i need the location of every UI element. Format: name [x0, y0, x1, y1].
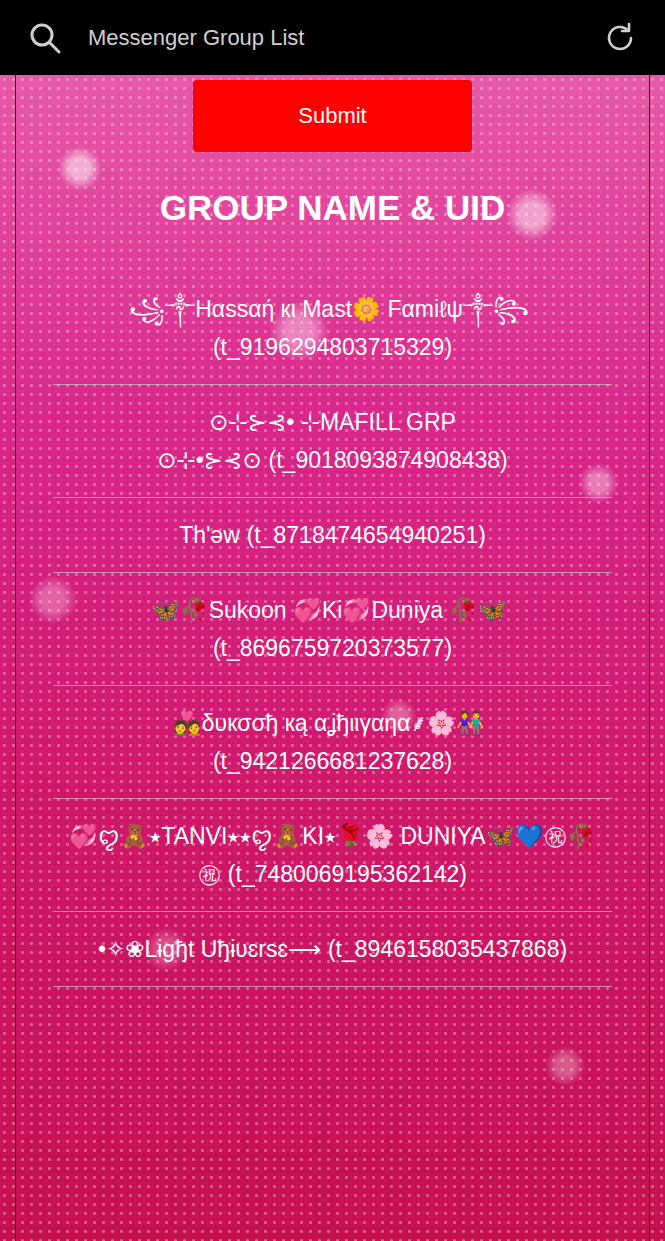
group-list: ꧁༒Hαssαή кι Mast🌼 Fαmiℓψ༒꧂ (t_91962948037…: [53, 272, 612, 987]
content-frame: Submit GROUP NAME & UID ꧁༒Hαssαή кι Mast🌼 …: [15, 75, 650, 1241]
group-uid: (t_8696759720373577): [213, 635, 452, 661]
group-item[interactable]: ⊙⊹⊱⊰• ⊹MAFILL GRP ⊙⊹•⊱⊰⊙(t_9018093874908…: [53, 385, 612, 498]
group-uid: (t_9196294803715329): [213, 334, 452, 360]
group-name: 💑δυкσσђ кą αʝђιιγαηα⸙🌸👫: [173, 710, 486, 736]
group-uid: (t_9421266681237628): [213, 748, 452, 774]
search-icon[interactable]: [28, 21, 62, 55]
group-uid: (t_8718474654940251): [247, 522, 486, 548]
group-item[interactable]: •✧❀Lɨgђt Uђɨʋɛrѕɛ⟶ (t_8946158035437868): [53, 912, 612, 987]
group-name: 🦋🥀Sukoon 💞Ki💞Duniya 🥀🦋: [151, 597, 508, 623]
page-title: Messenger Group List: [88, 25, 577, 51]
group-uid: (t_8946158035437868): [328, 936, 567, 962]
refresh-icon[interactable]: [603, 21, 637, 55]
submit-button[interactable]: Submit: [193, 80, 472, 152]
content-panel: Submit GROUP NAME & UID ꧁༒Hαssαή кι Mast🌼 …: [0, 75, 665, 1241]
group-uid: (t_7480069195362142): [228, 861, 467, 887]
group-item[interactable]: Th'ǝw (t_8718474654940251): [53, 498, 612, 573]
app-screen: Messenger Group List Submit GROUP NAME & U…: [0, 0, 665, 1241]
top-bar: Messenger Group List: [0, 0, 665, 75]
group-name: Th'ǝw: [179, 522, 240, 548]
group-item[interactable]: ꧁༒Hαssαή кι Mast🌼 Fαmiℓψ༒꧂ (t_91962948037…: [53, 272, 612, 385]
group-item[interactable]: 💞ꨄ🧸⭑TANVI⭑⭑ꨄ🧸KI⭑🌹🌸 DUNIYA🦋💙㊗🥀㊗(t_7480069…: [53, 799, 612, 912]
list-heading: GROUP NAME & UID: [53, 188, 612, 228]
group-name: •✧❀Lɨgђt Uђɨʋɛrѕɛ⟶: [98, 936, 321, 962]
group-item[interactable]: 💑δυкσσђ кą αʝђιιγαηα⸙🌸👫 (t_94212666812376…: [53, 686, 612, 799]
group-item[interactable]: 🦋🥀Sukoon 💞Ki💞Duniya 🥀🦋 (t_869675972037357…: [53, 573, 612, 686]
group-uid: (t_9018093874908438): [269, 447, 508, 473]
group-name: ꧁༒Hαssαή кι Mast🌼 Fαmiℓψ༒꧂: [129, 296, 529, 322]
